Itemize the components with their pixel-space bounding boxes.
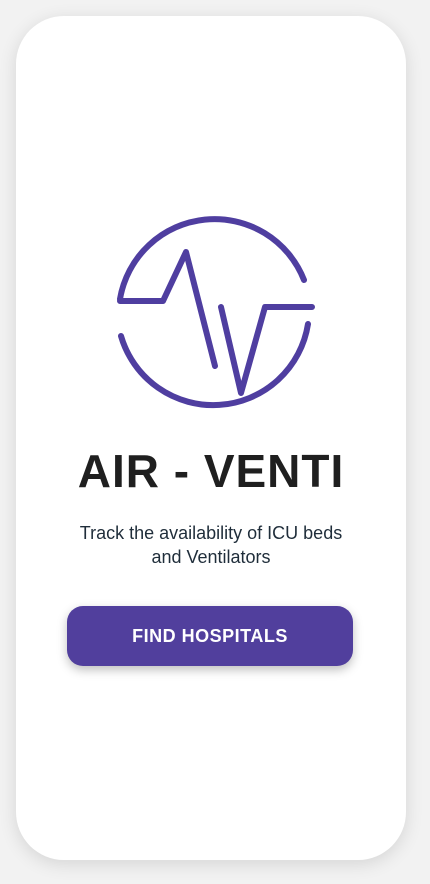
heartbeat-circle-icon bbox=[117, 216, 315, 409]
app-tagline: Track the availability of ICU beds and V… bbox=[79, 523, 343, 567]
app-screen: AIR - VENTI Track the availability of IC… bbox=[16, 16, 406, 860]
find-hospitals-button[interactable]: FIND HOSPITALS bbox=[67, 606, 353, 666]
app-title: AIR - VENTI bbox=[77, 445, 345, 497]
